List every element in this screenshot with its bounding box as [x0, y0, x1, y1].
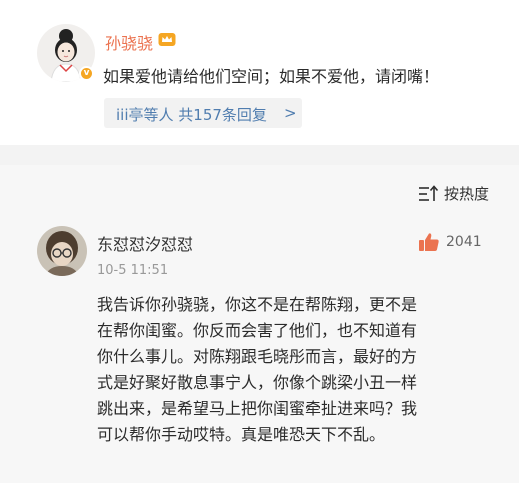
- thumbs-up-icon: [419, 233, 439, 251]
- top-comment-text: 如果爱他请给他们空间；如果不爱他，请闭嘴！: [103, 67, 440, 86]
- reply-username[interactable]: 东怼怼汐怼怼: [97, 231, 193, 255]
- sort-label: 按热度: [443, 185, 489, 203]
- comment-line: 跳出来，是希望马上把你闺蜜牵扯进来吗？我: [97, 399, 418, 418]
- comment-line: 在帮你闺蜜。你反而会害了他们，也不知道有: [97, 321, 418, 340]
- replies-link[interactable]: iii亭等人 共157条回复 >: [104, 98, 302, 128]
- top-comment-card: v 孙骁骁 如果爱他请给他们空间；如果不爱他，请闭嘴！ iii亭等人 共157条…: [0, 0, 519, 145]
- reply-timestamp: 10-5 11:51: [97, 263, 169, 278]
- avatar-icon: [37, 226, 87, 276]
- reply-comment-card: 按热度 东怼怼汐怼怼 10-5 11:51 2041 我告诉你孙骁骁，你这不是在…: [0, 165, 519, 483]
- sort-button[interactable]: 按热度: [418, 183, 489, 204]
- verified-badge-icon: v: [79, 66, 94, 81]
- comment-line: 可以帮你手动哎特。真是唯恐天下不乱。: [97, 425, 386, 444]
- divider: [0, 145, 519, 165]
- sort-icon: [418, 184, 439, 201]
- comment-line: 你什么事儿。对陈翔跟毛晓彤而言，最好的方: [97, 347, 418, 366]
- reply-summary: iii亭等人 共157条回复: [116, 106, 267, 124]
- like-count: 2041: [446, 234, 482, 250]
- top-username[interactable]: 孙骁骁: [105, 30, 153, 54]
- crown-icon: [158, 33, 176, 46]
- reply-comment-text: 我告诉你孙骁骁，你这不是在帮陈翔，更不是 在帮你闺蜜。你反而会害了他们，也不知道…: [97, 292, 502, 448]
- reply-avatar[interactable]: [37, 226, 87, 276]
- comment-line: 我告诉你孙骁骁，你这不是在帮陈翔，更不是: [97, 295, 418, 314]
- comment-line: 式是好聚好散息事宁人，你像个跳梁小丑一样: [97, 373, 418, 392]
- chevron-right-icon: >: [284, 104, 297, 122]
- like-button[interactable]: 2041: [418, 232, 482, 252]
